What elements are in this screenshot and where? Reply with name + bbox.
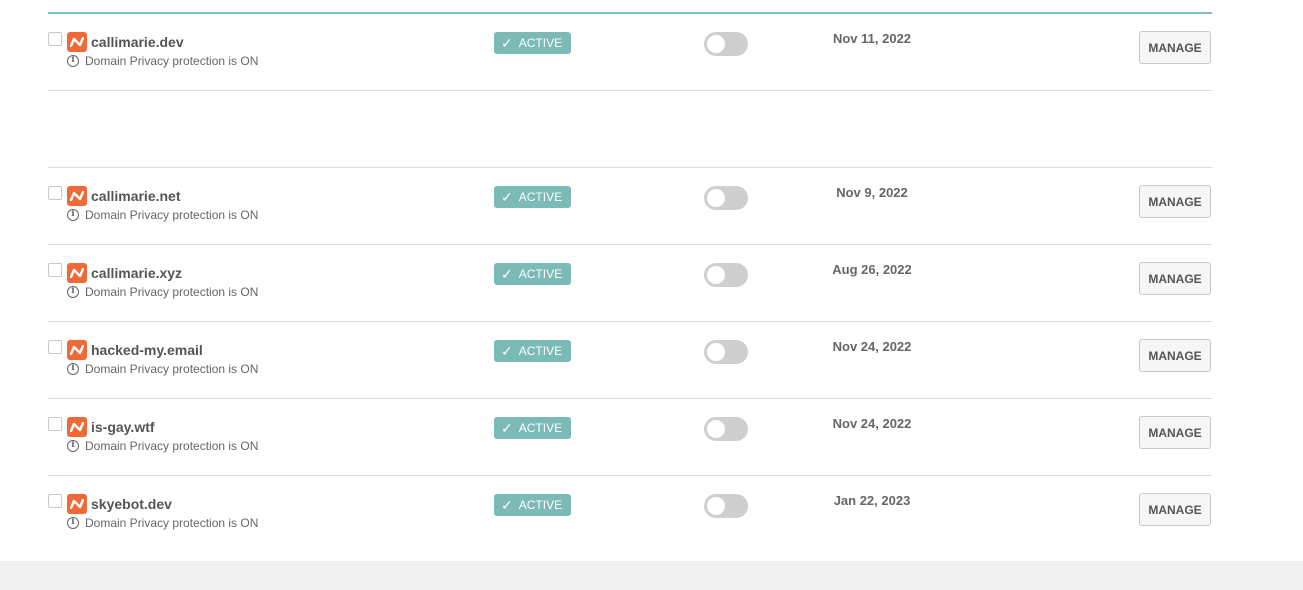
status-text: ACTIVE [518,190,563,204]
namecheap-logo-icon [67,494,87,514]
status-text: ACTIVE [518,498,563,512]
domain-name-link[interactable]: callimarie.net [91,188,181,204]
status-badge: ✓ ACTIVE [494,32,571,54]
toggle-knob [707,497,725,515]
privacy-status: i Domain Privacy protection is ON [67,208,258,222]
check-icon: ✓ [501,35,513,51]
auto-renew-toggle[interactable] [704,340,748,364]
status-badge: ✓ ACTIVE [494,263,571,285]
check-icon: ✓ [501,497,513,513]
domain-name-link[interactable]: hacked-my.email [91,342,203,358]
namecheap-logo-icon [67,417,87,437]
domain-row: is-gay.wtf i Domain Privacy protection i… [48,399,1212,476]
status-text: ACTIVE [518,344,563,358]
manage-button[interactable]: MANAGE [1139,416,1211,449]
expiration-date: Nov 24, 2022 [832,416,912,431]
privacy-status: i Domain Privacy protection is ON [67,516,258,530]
toggle-knob [707,35,725,53]
manage-button[interactable]: MANAGE [1139,262,1211,295]
privacy-text: Domain Privacy protection is ON [85,208,259,222]
privacy-text: Domain Privacy protection is ON [85,285,259,299]
manage-button[interactable]: MANAGE [1139,339,1211,372]
toggle-knob [707,266,725,284]
status-badge: ✓ ACTIVE [494,186,571,208]
domain-name-link[interactable]: callimarie.xyz [91,265,182,281]
status-badge: ✓ ACTIVE [494,494,571,516]
privacy-text: Domain Privacy protection is ON [85,439,259,453]
page-footer-band [0,561,1303,590]
domain-row: skyebot.dev i Domain Privacy protection … [48,476,1212,553]
status-badge: ✓ ACTIVE [494,340,571,362]
privacy-text: Domain Privacy protection is ON [85,362,259,376]
auto-renew-toggle[interactable] [704,494,748,518]
auto-renew-toggle[interactable] [704,32,748,56]
privacy-status: i Domain Privacy protection is ON [67,285,258,299]
check-icon: ✓ [501,343,513,359]
expiration-date: Nov 9, 2022 [836,185,908,200]
info-icon[interactable]: i [67,209,79,221]
domain-name-link[interactable]: is-gay.wtf [91,419,155,435]
manage-button[interactable]: MANAGE [1139,493,1211,526]
privacy-status: i Domain Privacy protection is ON [67,54,258,68]
toggle-knob [707,343,725,361]
toggle-knob [707,189,725,207]
expiration-date: Nov 11, 2022 [832,31,912,46]
domain-name-link[interactable]: skyebot.dev [91,496,172,512]
domain-select-checkbox[interactable] [48,263,62,277]
status-text: ACTIVE [518,36,563,50]
domain-row: callimarie.net i Domain Privacy protecti… [48,168,1212,245]
namecheap-logo-icon [67,340,87,360]
status-text: ACTIVE [518,267,563,281]
domain-select-checkbox[interactable] [48,417,62,431]
info-icon[interactable]: i [67,440,79,452]
toggle-knob [707,420,725,438]
status-text: ACTIVE [518,421,563,435]
domain-select-checkbox[interactable] [48,32,62,46]
check-icon: ✓ [501,420,513,436]
expiration-date: Jan 22, 2023 [833,493,911,508]
info-icon[interactable]: i [67,363,79,375]
namecheap-logo-icon [67,263,87,283]
domain-select-checkbox[interactable] [48,494,62,508]
auto-renew-toggle[interactable] [704,263,748,287]
domain-select-checkbox[interactable] [48,186,62,200]
info-icon[interactable]: i [67,55,79,67]
status-badge: ✓ ACTIVE [494,417,571,439]
domain-row: hacked-my.email i Domain Privacy protect… [48,322,1212,399]
expiration-date: Nov 24, 2022 [832,339,912,354]
privacy-status: i Domain Privacy protection is ON [67,362,258,376]
auto-renew-toggle[interactable] [704,186,748,210]
info-icon[interactable]: i [67,517,79,529]
namecheap-logo-icon [67,186,87,206]
domain-name-link[interactable]: callimarie.dev [91,34,184,50]
namecheap-logo-icon [67,32,87,52]
manage-button[interactable]: MANAGE [1139,31,1211,64]
privacy-status: i Domain Privacy protection is ON [67,439,258,453]
check-icon: ✓ [501,189,513,205]
privacy-text: Domain Privacy protection is ON [85,516,259,530]
privacy-text: Domain Privacy protection is ON [85,54,259,68]
domain-select-checkbox[interactable] [48,340,62,354]
check-icon: ✓ [501,266,513,282]
domain-row: callimarie.dev i Domain Privacy protecti… [48,14,1212,91]
domain-row: callimarie.xyz i Domain Privacy protecti… [48,245,1212,322]
manage-button[interactable]: MANAGE [1139,185,1211,218]
info-icon[interactable]: i [67,286,79,298]
expiration-date: Aug 26, 2022 [832,262,912,277]
auto-renew-toggle[interactable] [704,417,748,441]
